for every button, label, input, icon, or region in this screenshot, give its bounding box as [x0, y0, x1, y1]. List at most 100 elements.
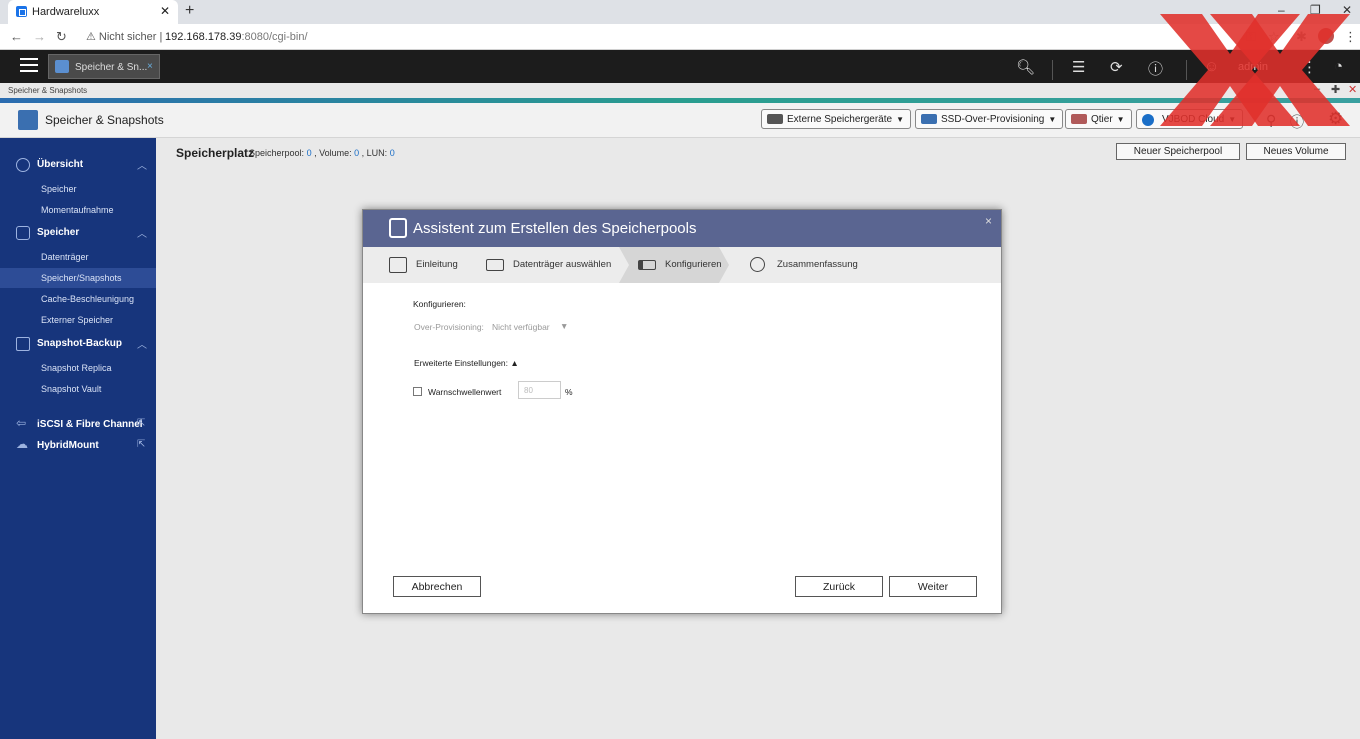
storage-snapshots-icon — [18, 110, 38, 130]
step-label: Konfigurieren — [665, 259, 722, 270]
app-title: Speicher & Snapshots — [45, 113, 164, 127]
sidebar-item-label: Snapshot Replica — [41, 363, 112, 373]
hybridmount-icon: ☁ — [16, 437, 28, 451]
sidebar-item-label: Cache-Beschleunigung — [41, 294, 135, 304]
next-button[interactable]: Weiter — [889, 576, 977, 597]
sidebar-item-label: Snapshot Vault — [41, 384, 102, 394]
minimize-icon[interactable]: – — [1278, 3, 1285, 17]
profile-avatar[interactable] — [1318, 28, 1334, 44]
lun-label: , LUN: — [361, 148, 388, 158]
security-indicator[interactable]: ⚠ Nicht sicher | — [86, 30, 162, 43]
vjbod-cloud-button[interactable]: VJBOD Cloud ▼ — [1136, 109, 1244, 129]
extensions-icon[interactable]: ✱ — [1296, 29, 1307, 45]
browser-tab[interactable]: Hardwareluxx ✕ — [8, 0, 178, 24]
volume-count[interactable]: 0 — [354, 148, 359, 158]
user-icon[interactable]: ☺ — [1204, 58, 1219, 75]
wizard-steps: Einleitung Datenträger auswählen Konfigu… — [363, 247, 1001, 283]
ssd-overprovisioning-button[interactable]: SSD-Over-Provisioning ▼ — [915, 109, 1064, 129]
new-tab-button[interactable]: + — [185, 2, 194, 20]
dropdown-arrow-icon: ▼ — [1048, 115, 1057, 124]
dashboard-gauge-icon[interactable]: ◔ — [1334, 58, 1343, 75]
main-menu-icon[interactable] — [20, 58, 38, 72]
sidebar-item-snapshot-replica[interactable]: Snapshot Replica — [0, 358, 156, 378]
sidebar-section-snapshot-backup[interactable]: Snapshot-Backup ︿ — [0, 333, 156, 355]
external-devices-button[interactable]: Externe Speichergeräte ▼ — [761, 109, 911, 129]
sidebar-link-iscsi[interactable]: ⇦ iSCSI & Fibre Channel ⇱ — [0, 414, 156, 436]
bookmark-star-icon[interactable]: ☆ — [1268, 29, 1280, 45]
sidebar-item-externer-speicher[interactable]: Externer Speicher — [0, 310, 156, 330]
url-field[interactable]: 192.168.178.39:8080/cgi-bin/ — [165, 31, 308, 43]
window-close-icon[interactable]: ✕ — [1348, 83, 1357, 96]
sidebar-section-overview[interactable]: Übersicht ︿ — [0, 154, 156, 176]
step-label: Datenträger auswählen — [513, 259, 612, 270]
advanced-settings-toggle[interactable]: Erweiterte Einstellungen: ▲ — [414, 358, 519, 368]
sidebar-section-speicher[interactable]: Speicher ︿ — [0, 222, 156, 244]
sidebar-item-cache[interactable]: Cache-Beschleunigung — [0, 289, 156, 309]
back-arrow-icon[interactable]: ← — [10, 29, 23, 44]
app-tab-speicher[interactable]: Speicher & Sn... × — [48, 54, 160, 79]
app-tab-close-icon[interactable]: × — [147, 61, 153, 72]
window-minimize-icon[interactable]: – — [1314, 83, 1320, 95]
sidebar-item-momentaufnahme[interactable]: Momentaufnahme — [0, 200, 156, 220]
sync-icon[interactable]: ⟳ — [1110, 58, 1123, 76]
divider — [1052, 60, 1053, 80]
database-icon — [16, 226, 30, 240]
sidebar-item-label: Speicher — [41, 184, 77, 194]
sidebar-item-speicher[interactable]: Speicher — [0, 179, 156, 199]
chevron-down-icon[interactable]: ▼ — [560, 321, 568, 331]
new-storage-pool-button[interactable]: Neuer Speicherpool — [1116, 143, 1240, 160]
over-provisioning-label: Over-Provisioning: — [414, 322, 484, 332]
forward-arrow-icon[interactable]: → — [33, 29, 46, 44]
sidebar-section-label: Snapshot-Backup — [37, 338, 123, 349]
sidebar-item-speicher-snapshots[interactable]: Speicher/Snapshots — [0, 268, 156, 288]
divider — [1186, 60, 1187, 80]
info-icon[interactable]: ⓘ — [1148, 58, 1163, 79]
tasks-icon[interactable]: ☰ — [1072, 58, 1085, 76]
external-link-icon: ⇱ — [137, 439, 146, 450]
iscsi-arrow-icon: ⇦ — [16, 416, 27, 430]
page-title: Speicherplatz — [176, 146, 255, 160]
new-volume-button[interactable]: Neues Volume — [1246, 143, 1346, 160]
volume-label: , Volume: — [314, 148, 352, 158]
browser-addressbar: ← → ↻ ⚠ Nicht sicher | 192.168.178.39:80… — [0, 24, 1360, 50]
sidebar: Übersicht ︿ Speicher Momentaufnahme Spei… — [0, 138, 156, 739]
app-header: Speicher & Snapshots Externe Speicherger… — [0, 103, 1360, 138]
dropdown-arrow-icon: ▼ — [1228, 115, 1237, 124]
sidebar-link-hybridmount[interactable]: ☁ HybridMount ⇱ — [0, 435, 156, 457]
browser-menu-icon[interactable]: ⋮ — [1344, 29, 1357, 45]
browser-tabstrip: Hardwareluxx ✕ + – ❐ ✕ — [0, 0, 1360, 24]
pool-count[interactable]: 0 — [307, 148, 312, 158]
warning-threshold-checkbox[interactable] — [413, 387, 422, 396]
sidebar-section-label: Übersicht — [37, 159, 84, 170]
browser-tab-title: Hardwareluxx — [32, 6, 100, 18]
restore-icon[interactable]: ❐ — [1310, 3, 1321, 17]
sidebar-item-datentraeger[interactable]: Datenträger — [0, 247, 156, 267]
more-options-icon[interactable]: ⋮ — [1302, 58, 1317, 76]
back-button[interactable]: Zurück — [795, 576, 883, 597]
drive-icon — [486, 259, 504, 271]
search-tool-icon[interactable]: ⚲ — [1266, 112, 1276, 129]
user-menu[interactable]: admin — [1238, 61, 1268, 73]
external-link-icon: ⇱ — [137, 418, 146, 429]
help-icon[interactable]: ⓘ — [1290, 112, 1304, 132]
over-provisioning-select[interactable]: Nicht verfügbar — [492, 322, 550, 332]
warning-threshold-input[interactable]: 80 — [518, 381, 561, 399]
settings-gear-icon[interactable]: ⚙ — [1328, 109, 1343, 129]
external-devices-label: Externe Speichergeräte — [787, 114, 893, 125]
cancel-button[interactable]: Abbrechen — [393, 576, 481, 597]
reload-icon[interactable]: ↻ — [56, 29, 67, 45]
configure-icon — [638, 260, 656, 270]
snapshot-backup-icon — [16, 337, 30, 351]
chevron-up-icon: ︿ — [137, 340, 147, 351]
key-icon[interactable]: ⚿ — [1246, 29, 1256, 45]
lun-count[interactable]: 0 — [390, 148, 395, 158]
browser-tab-close-icon[interactable]: ✕ — [160, 4, 170, 18]
search-icon[interactable]: 🔍︎ — [1016, 58, 1035, 76]
window-close-icon[interactable]: ✕ — [1342, 3, 1352, 17]
chevron-up-icon: ︿ — [137, 229, 147, 240]
url-path: :8080/cgi-bin/ — [241, 31, 308, 43]
dialog-close-icon[interactable]: × — [985, 214, 992, 228]
sidebar-item-snapshot-vault[interactable]: Snapshot Vault — [0, 379, 156, 399]
qtier-button[interactable]: Qtier ▼ — [1065, 109, 1132, 129]
window-maximize-icon[interactable]: ✚ — [1331, 83, 1340, 96]
